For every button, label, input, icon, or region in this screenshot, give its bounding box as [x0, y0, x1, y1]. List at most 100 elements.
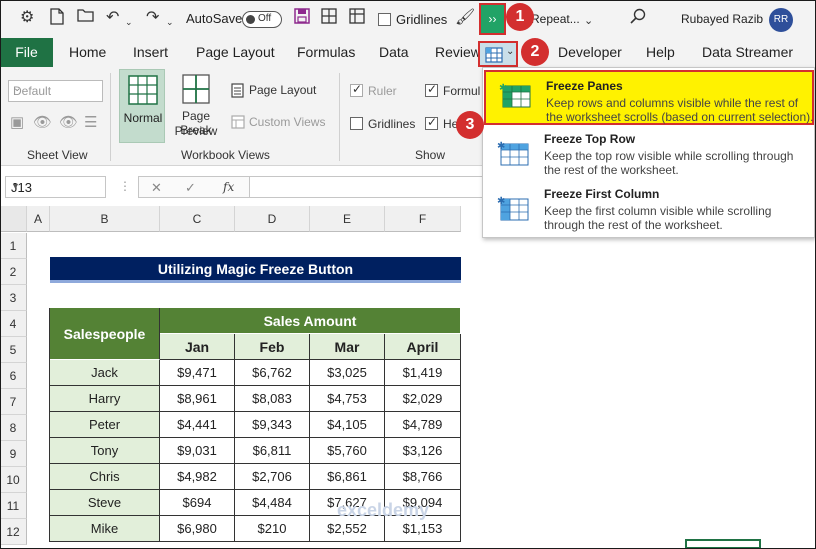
tab-review[interactable]: Review — [435, 44, 481, 60]
selected-cell-j13[interactable] — [685, 539, 761, 549]
tab-insert[interactable]: Insert — [133, 44, 168, 60]
table-cell-value[interactable]: $1,419 — [385, 360, 461, 386]
table-cell-value[interactable]: $4,789 — [385, 412, 461, 438]
row-header-1[interactable]: 1 — [0, 233, 27, 259]
row-header-9[interactable]: 9 — [0, 441, 27, 467]
table-cell-value[interactable]: $6,811 — [235, 438, 310, 464]
table-cell-value[interactable]: $9,343 — [235, 412, 310, 438]
more-commands-button[interactable]: ›› — [479, 3, 506, 35]
menu-item-freeze-first-column[interactable]: ✱ Freeze First Column Keep the first col… — [483, 185, 814, 237]
open-folder-icon[interactable] — [77, 8, 95, 29]
menu-item-freeze-panes[interactable]: ✱ Freeze Panes Keep rows and columns vis… — [484, 70, 814, 125]
table-cell-name[interactable]: Jack — [50, 360, 160, 386]
page-break-preview-button[interactable]: Page Break Preview — [166, 69, 226, 143]
table-cell-value[interactable]: $3,025 — [310, 360, 385, 386]
tab-file[interactable]: File — [0, 38, 53, 67]
sheet-view-select[interactable]: Default ⌄ — [8, 80, 103, 102]
table-cell-name[interactable]: Chris — [50, 464, 160, 490]
row-header-3[interactable]: 3 — [0, 285, 27, 311]
insert-function-icon[interactable]: fx — [223, 180, 234, 194]
header-month-jan[interactable]: Jan — [160, 334, 235, 360]
row-header-8[interactable]: 8 — [0, 415, 27, 441]
formula-bar-checkbox[interactable] — [425, 82, 438, 97]
table-cell-value[interactable]: $3,126 — [385, 438, 461, 464]
column-header-d[interactable]: D — [235, 206, 310, 232]
table-cell-name[interactable]: Steve — [50, 490, 160, 516]
row-header-2[interactable]: 2 — [0, 259, 27, 285]
column-header-a[interactable]: A — [27, 206, 50, 232]
column-header-e[interactable]: E — [310, 206, 385, 232]
table-layout-icon[interactable] — [349, 8, 365, 30]
table-cell-value[interactable]: $8,961 — [160, 386, 235, 412]
tab-home[interactable]: Home — [69, 44, 106, 60]
name-box[interactable]: J13 ▼ — [5, 176, 106, 198]
header-month-mar[interactable]: Mar — [310, 334, 385, 360]
table-cell-value[interactable]: $694 — [160, 490, 235, 516]
table-cell-value[interactable]: $9,031 — [160, 438, 235, 464]
new-file-icon[interactable] — [50, 8, 64, 31]
cancel-icon[interactable]: ✕ — [151, 180, 162, 196]
redo-dropdown-chevron-icon[interactable]: ⌄ — [166, 12, 174, 32]
autosave-toggle[interactable]: Off — [242, 11, 282, 28]
table-cell-value[interactable]: $8,766 — [385, 464, 461, 490]
settings-gear-icon[interactable]: ⚙ — [20, 8, 34, 28]
headings-checkbox[interactable] — [425, 115, 438, 130]
sheet-title-cell[interactable]: Utilizing Magic Freeze Button — [50, 257, 461, 283]
freeze-panes-dropdown-button[interactable]: ⌄ — [478, 41, 518, 67]
undo-dropdown-chevron-icon[interactable]: ⌄ — [125, 12, 133, 32]
table-cell-value[interactable]: $6,762 — [235, 360, 310, 386]
table-cell-value[interactable]: $4,982 — [160, 464, 235, 490]
table-cell-value[interactable]: $2,029 — [385, 386, 461, 412]
custom-views-button[interactable]: Custom Views — [231, 114, 331, 132]
table-cell-value[interactable]: $4,441 — [160, 412, 235, 438]
header-sales-amount[interactable]: Sales Amount — [160, 308, 461, 334]
row-header-5[interactable]: 5 — [0, 337, 27, 363]
tab-data[interactable]: Data — [379, 44, 409, 60]
column-header-b[interactable]: B — [50, 206, 160, 232]
table-cell-value[interactable]: $6,861 — [310, 464, 385, 490]
table-cell-value[interactable]: $6,980 — [160, 516, 235, 542]
row-header-6[interactable]: 6 — [0, 363, 27, 389]
tab-page-layout[interactable]: Page Layout — [196, 44, 275, 60]
ruler-checkbox[interactable] — [350, 82, 363, 97]
table-cell-value[interactable]: $2,706 — [235, 464, 310, 490]
table-cell-name[interactable]: Mike — [50, 516, 160, 542]
qat-gridlines-checkbox[interactable] — [378, 13, 391, 26]
tab-developer[interactable]: Developer — [558, 44, 622, 60]
header-salespeople[interactable]: Salespeople — [50, 308, 160, 360]
table-cell-name[interactable]: Tony — [50, 438, 160, 464]
user-avatar[interactable]: RR — [769, 8, 793, 32]
row-header-12[interactable]: 12 — [0, 519, 27, 545]
menu-item-freeze-top-row[interactable]: ✱ Freeze Top Row Keep the top row visibl… — [483, 130, 814, 182]
table-cell-name[interactable]: Peter — [50, 412, 160, 438]
table-cell-value[interactable]: $4,753 — [310, 386, 385, 412]
column-header-c[interactable]: C — [160, 206, 235, 232]
table-cell-value[interactable]: $5,760 — [310, 438, 385, 464]
row-header-11[interactable]: 11 — [0, 493, 27, 519]
enter-check-icon[interactable]: ✓ — [185, 180, 196, 196]
repeat-command-label[interactable]: Repeat... — [531, 12, 580, 26]
normal-view-button[interactable]: Normal — [119, 69, 165, 143]
gridlines-checkbox[interactable] — [350, 117, 363, 130]
table-cell-value[interactable]: $210 — [235, 516, 310, 542]
tab-help[interactable]: Help — [646, 44, 675, 60]
search-icon[interactable] — [630, 8, 646, 30]
tab-formulas[interactable]: Formulas — [297, 44, 355, 60]
borders-grid-icon[interactable] — [321, 8, 337, 30]
undo-icon[interactable]: ↶ — [106, 8, 119, 28]
tab-data-streamer[interactable]: Data Streamer — [702, 44, 793, 60]
table-cell-name[interactable]: Harry — [50, 386, 160, 412]
row-header-4[interactable]: 4 — [0, 311, 27, 337]
header-month-feb[interactable]: Feb — [235, 334, 310, 360]
table-cell-value[interactable]: $8,083 — [235, 386, 310, 412]
select-all-corner[interactable] — [0, 206, 27, 232]
page-layout-view-button[interactable]: Page Layout — [231, 82, 331, 100]
save-disk-icon[interactable] — [294, 8, 310, 30]
column-header-f[interactable]: F — [385, 206, 461, 232]
redo-icon[interactable]: ↷ — [146, 8, 159, 28]
repeat-dropdown-chevron-icon[interactable]: ⌄ — [584, 11, 593, 31]
format-painter-brush-icon[interactable]: 🖌 — [455, 8, 475, 28]
table-cell-value[interactable]: $9,471 — [160, 360, 235, 386]
table-cell-value[interactable]: $4,105 — [310, 412, 385, 438]
table-cell-value[interactable]: $4,484 — [235, 490, 310, 516]
